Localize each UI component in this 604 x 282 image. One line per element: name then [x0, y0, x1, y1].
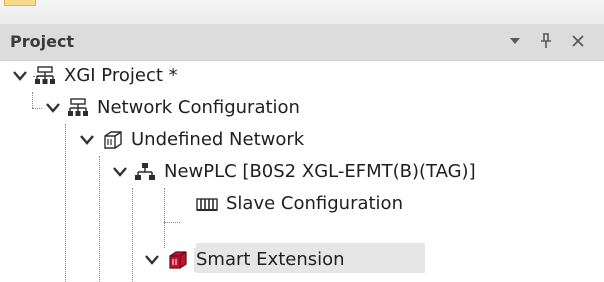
- top-toolbar-strip: [0, 0, 604, 25]
- chevron-down-icon[interactable]: [45, 100, 61, 116]
- dropdown-arrow-icon[interactable]: [504, 30, 526, 52]
- chevron-down-icon[interactable]: [112, 164, 128, 180]
- tree-item-label: Network Configuration: [97, 97, 300, 118]
- pin-icon[interactable]: [535, 30, 557, 52]
- network-cube-icon: [101, 129, 123, 151]
- chevron-down-icon[interactable]: [12, 68, 28, 84]
- document-tab-fragment[interactable]: [4, 0, 36, 6]
- close-icon[interactable]: [567, 30, 589, 52]
- chevron-down-icon[interactable]: [144, 252, 160, 268]
- tree-item-label: Slave Configuration: [226, 193, 403, 214]
- project-panel-header: Project: [0, 24, 604, 61]
- tree-item-label: NewPLC [B0S2 XGL-EFMT(B)(TAG)]: [164, 161, 476, 182]
- plc-topology-icon: [134, 161, 156, 183]
- smart-extension-icon: [166, 249, 188, 271]
- tree-item-label: Smart Extension: [194, 248, 349, 272]
- panel-title: Project: [10, 32, 75, 51]
- tree-item-network-configuration[interactable]: Network Configuration: [45, 92, 304, 124]
- tree-item-smart-extension[interactable]: Smart Extension: [144, 244, 349, 276]
- tree-item-newplc[interactable]: NewPLC [B0S2 XGL-EFMT(B)(TAG)]: [112, 156, 480, 188]
- slave-config-icon: [196, 193, 218, 215]
- tree-item-xgi-project[interactable]: XGI Project *: [12, 60, 182, 92]
- tree-item-slave-configuration[interactable]: Slave Configuration: [174, 188, 407, 220]
- chevron-down-icon[interactable]: [79, 132, 95, 148]
- project-network-icon: [34, 65, 56, 87]
- project-network-icon: [67, 97, 89, 119]
- project-tree: XGI Project * Network Configuration Unde…: [0, 60, 604, 282]
- tree-item-label: XGI Project *: [64, 65, 178, 86]
- tree-item-label: Undefined Network: [131, 129, 305, 150]
- tree-item-undefined-network[interactable]: Undefined Network: [79, 124, 308, 156]
